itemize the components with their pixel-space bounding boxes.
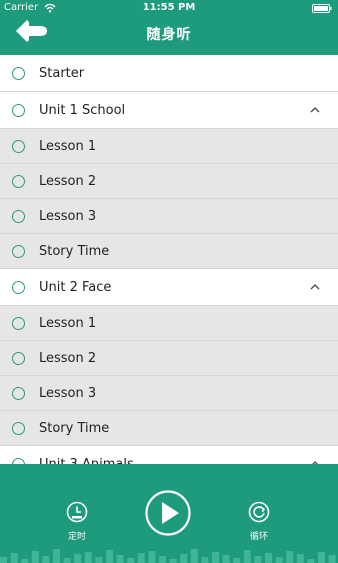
unit-label: Unit 3 Animals (39, 456, 134, 465)
status-time: 11:55 PM (142, 2, 196, 13)
lesson-row[interactable]: Lesson 2 (0, 164, 338, 199)
play-icon (162, 502, 179, 524)
radio-icon (12, 244, 25, 258)
radio-icon (12, 103, 25, 117)
equalizer-bar (63, 558, 71, 563)
equalizer-bar (159, 556, 166, 563)
equalizer-bar (106, 550, 113, 563)
radio-icon (12, 139, 25, 153)
status-bar: Carrier 11:55 PM (0, 0, 338, 16)
unit-label: Starter (39, 65, 85, 81)
clock-icon (66, 501, 88, 523)
equalizer-bar (222, 555, 230, 563)
equalizer-bar (42, 556, 50, 563)
radio-icon (12, 386, 25, 400)
equalizer-bar (233, 558, 241, 563)
lesson-row[interactable]: Lesson 1 (0, 129, 338, 164)
equalizer-bar (254, 556, 262, 563)
equalizer-bar (296, 554, 304, 563)
lesson-label: Lesson 2 (39, 173, 97, 189)
lesson-row[interactable]: Lesson 3 (0, 376, 338, 411)
equalizer-bar (318, 552, 325, 563)
lesson-row[interactable]: Story Time (0, 234, 338, 269)
equalizer-bar (148, 551, 156, 563)
chevron-up-icon[interactable] (310, 283, 320, 291)
equalizer-bar (201, 557, 209, 563)
lesson-label: Story Time (39, 420, 110, 436)
radio-icon (12, 66, 25, 80)
chevron-up-icon[interactable] (310, 106, 320, 114)
page-title: 随身听 (146, 27, 192, 43)
lesson-label: Lesson 1 (39, 138, 97, 154)
radio-icon (12, 174, 25, 188)
battery-icon (312, 4, 332, 13)
equalizer-bar (21, 559, 29, 563)
equalizer-bar (265, 553, 272, 563)
header-bar: Carrier 11:55 PM 随身听 (0, 0, 338, 55)
unit-label: Unit 1 School (39, 102, 126, 118)
equalizer-bar (169, 559, 177, 563)
equalizer-bar (328, 555, 336, 563)
equalizer-bar (95, 557, 103, 563)
loop-button[interactable]: 循环 (244, 501, 274, 542)
equalizer-bar (31, 551, 39, 563)
equalizer-bar (53, 549, 60, 563)
unit-row[interactable]: Unit 3 Animals (0, 446, 338, 464)
equalizer-bar (74, 554, 82, 563)
lesson-label: Story Time (39, 243, 110, 259)
unit-row[interactable]: Unit 2 Face (0, 269, 338, 306)
equalizer-bar (180, 554, 188, 563)
equalizer-bar (137, 553, 145, 563)
equalizer-bar (84, 552, 92, 563)
play-button[interactable] (145, 490, 191, 536)
lesson-list: Starter Unit 1 School Lesson 1 Lesson 2 Less… (0, 55, 338, 464)
loop-label: 循环 (249, 532, 268, 542)
lesson-row[interactable]: Story Time (0, 411, 338, 446)
lesson-row[interactable]: Lesson 1 (0, 306, 338, 341)
player-bar: 定时 循环 (0, 464, 338, 563)
timer-label: 定时 (67, 532, 86, 542)
equalizer-bar (212, 552, 219, 563)
equalizer-bar (243, 550, 251, 563)
equalizer-bar (286, 551, 294, 563)
radio-icon (12, 421, 25, 435)
lesson-row[interactable]: Lesson 3 (0, 199, 338, 234)
equalizer-bar (10, 553, 18, 563)
equalizer-bar (0, 557, 7, 563)
unit-row[interactable]: Unit 1 School (0, 92, 338, 129)
lesson-label: Lesson 3 (39, 385, 97, 401)
radio-icon (12, 316, 25, 330)
radio-icon (12, 280, 25, 294)
equalizer-decoration (0, 549, 336, 563)
equalizer-bar (307, 559, 315, 563)
unit-label: Unit 2 Face (39, 279, 112, 295)
lesson-label: Lesson 2 (39, 350, 97, 366)
equalizer-bar (127, 558, 135, 563)
lesson-label: Lesson 3 (39, 208, 97, 224)
equalizer-bar (116, 555, 124, 563)
repeat-icon (248, 501, 270, 523)
equalizer-bar (275, 557, 283, 563)
timer-button[interactable]: 定时 (62, 501, 92, 542)
lesson-label: Lesson 1 (39, 315, 97, 331)
equalizer-bar (190, 549, 198, 563)
unit-row[interactable]: Starter (0, 55, 338, 92)
lesson-row[interactable]: Lesson 2 (0, 341, 338, 376)
radio-icon (12, 351, 25, 365)
radio-icon (12, 209, 25, 223)
